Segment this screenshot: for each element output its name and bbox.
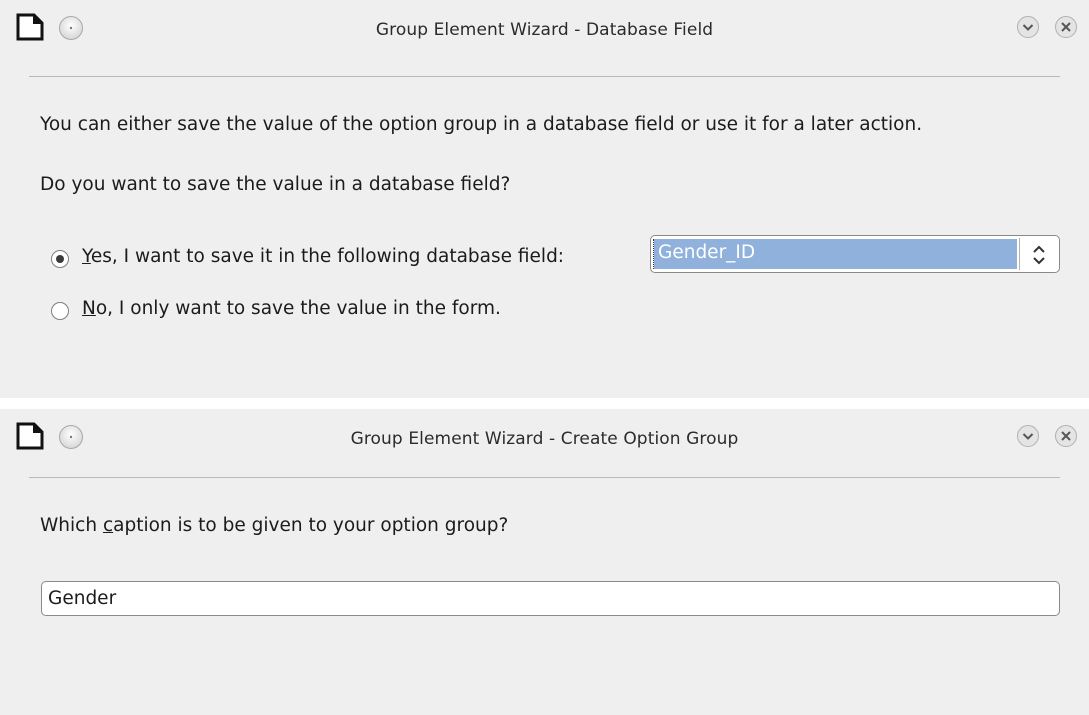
option-no-label[interactable]: No, I only want to save the value in the… <box>82 298 501 319</box>
chevron-down-icon[interactable] <box>1016 15 1040 39</box>
create-option-group-dialog: Group Element Wizard - Create Option Gro… <box>0 409 1089 715</box>
option-yes-text: es, I want to save it in the following d… <box>90 246 565 267</box>
dialog-title: Group Element Wizard - Create Option Gro… <box>350 429 739 449</box>
spin-button[interactable] <box>1019 238 1058 270</box>
chevron-down-icon[interactable] <box>1016 424 1040 448</box>
question-after: aption is to be given to your option gro… <box>113 515 509 536</box>
mnemonic-n: N <box>82 298 96 319</box>
radio-no[interactable] <box>51 302 69 320</box>
window-menu-icon[interactable] <box>58 15 84 41</box>
close-icon[interactable] <box>1054 424 1078 448</box>
title-divider <box>29 477 1060 478</box>
intro-text: You can either save the value of the opt… <box>40 114 923 135</box>
title-bar: Group Element Wizard - Database Field <box>0 0 1089 62</box>
dialog-title: Group Element Wizard - Database Field <box>375 20 714 40</box>
option-yes-label[interactable]: Yes, I want to save it in the following … <box>82 246 564 267</box>
caption-input[interactable]: Gender <box>41 581 1060 616</box>
title-divider <box>29 76 1060 77</box>
up-down-arrows-icon <box>1033 245 1045 265</box>
combo-value: Gender_ID <box>658 242 756 263</box>
focus-indicator <box>653 239 655 269</box>
window-menu-icon[interactable] <box>58 424 84 450</box>
option-no-text: o, I only want to save the value in the … <box>95 298 501 319</box>
document-icon[interactable] <box>16 13 44 41</box>
close-icon[interactable] <box>1054 15 1078 39</box>
mnemonic-y: Y <box>82 246 91 267</box>
question-before: Which <box>40 515 103 536</box>
caption-input-value: Gender <box>48 588 117 609</box>
question-text: Do you want to save the value in a datab… <box>40 174 511 195</box>
database-field-combobox[interactable]: Gender_ID <box>650 235 1060 273</box>
database-field-dialog: Group Element Wizard - Database Field Yo… <box>0 0 1089 398</box>
caption-question: Which caption is to be given to your opt… <box>40 515 508 536</box>
mnemonic-c: c <box>102 515 114 536</box>
radio-selected-dot <box>56 255 64 263</box>
title-bar: Group Element Wizard - Create Option Gro… <box>0 409 1089 471</box>
radio-yes[interactable] <box>51 250 69 268</box>
document-icon[interactable] <box>16 422 44 450</box>
